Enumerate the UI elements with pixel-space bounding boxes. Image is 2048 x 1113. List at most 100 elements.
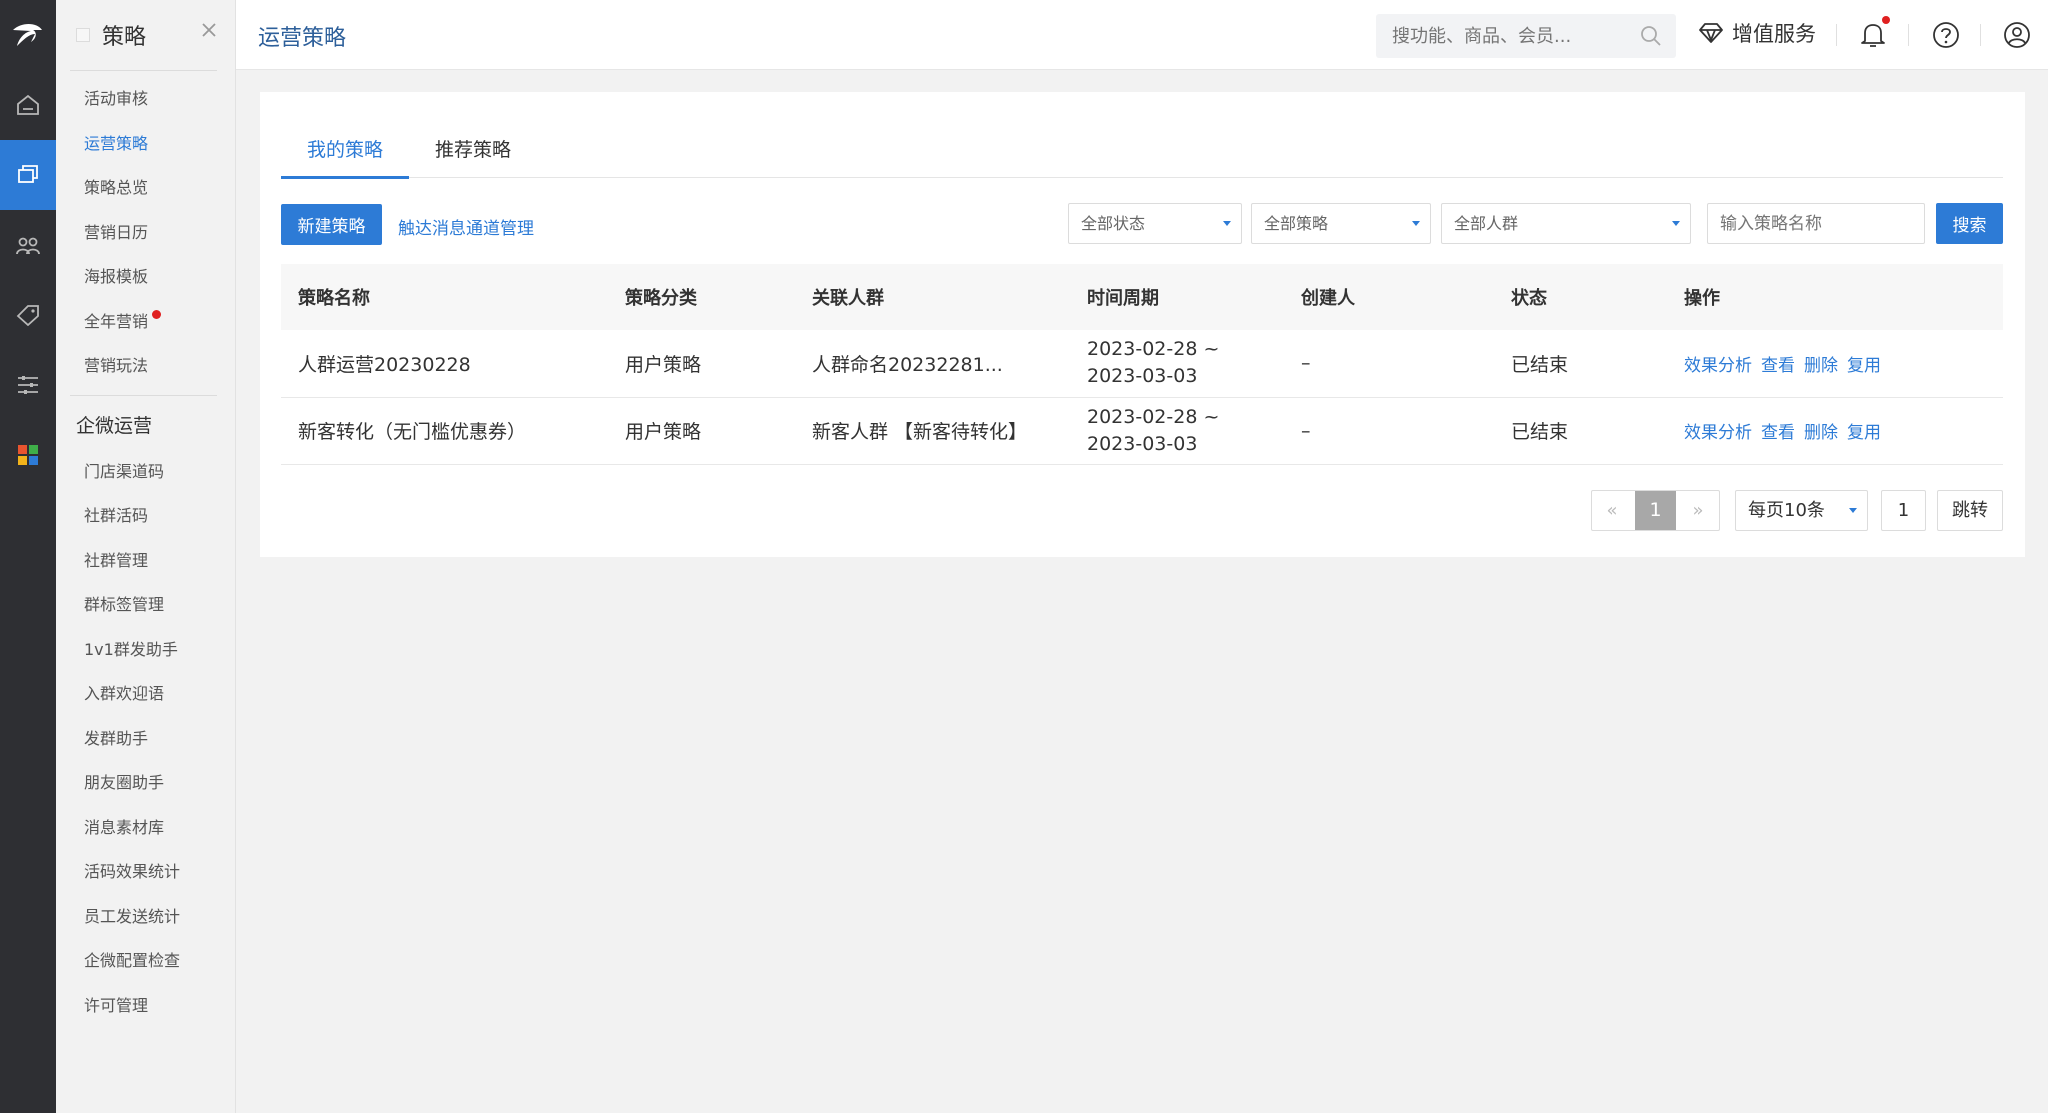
jump-page-input[interactable]: 1 bbox=[1881, 490, 1926, 531]
sidebar-item-group-live-code[interactable]: 社群活码 bbox=[56, 494, 235, 539]
sidebar-item-poster-templates[interactable]: 海报模板 bbox=[56, 255, 235, 300]
sidebar-divider bbox=[70, 394, 217, 396]
search-icon[interactable] bbox=[1640, 25, 1662, 47]
layers-icon bbox=[18, 165, 38, 183]
sidebar-item-annual-marketing[interactable]: 全年营销 bbox=[56, 300, 235, 345]
new-strategy-button[interactable]: 新建策略 bbox=[281, 204, 382, 245]
sidebar-item-strategy-overview[interactable]: 策略总览 bbox=[56, 166, 235, 211]
period-start: 2023-02-28 ~ bbox=[1087, 405, 1220, 428]
sidebar-item-store-channel-code[interactable]: 门店渠道码 bbox=[56, 450, 235, 495]
sidebar-item-marketing-calendar[interactable]: 营销日历 bbox=[56, 211, 235, 256]
bell-icon[interactable] bbox=[1860, 21, 1886, 49]
period-start: 2023-02-28 ~ bbox=[1087, 338, 1220, 361]
table-header-row: 策略名称 策略分类 关联人群 时间周期 创建人 状态 操作 bbox=[281, 264, 2003, 330]
sliders-icon bbox=[18, 376, 38, 394]
sidebar-item-1v1-broadcast[interactable]: 1v1群发助手 bbox=[56, 628, 235, 673]
sidebar-item-config-check[interactable]: 企微配置检查 bbox=[56, 939, 235, 984]
period-cell: 2023-02-28 ~ 2023-03-03 bbox=[1070, 397, 1284, 464]
column-header: 时间周期 bbox=[1087, 288, 1159, 309]
sidebar-item-group-tags[interactable]: 群标签管理 bbox=[56, 583, 235, 628]
close-icon[interactable] bbox=[201, 22, 217, 38]
tag-icon bbox=[16, 305, 39, 326]
divider bbox=[1908, 24, 1909, 46]
notification-dot bbox=[1882, 16, 1890, 24]
strategy-name-cell: 人群运营20230228 bbox=[298, 353, 471, 376]
caret-down-icon bbox=[1849, 508, 1857, 513]
status-filter-value: 全部状态 bbox=[1081, 214, 1146, 233]
page-nav: « 1 » bbox=[1591, 490, 1720, 531]
current-page-button[interactable]: 1 bbox=[1635, 491, 1676, 530]
rail-tags[interactable] bbox=[0, 280, 56, 350]
view-link[interactable]: 查看 bbox=[1761, 423, 1795, 443]
sidebar-item-license[interactable]: 许可管理 bbox=[56, 984, 235, 1029]
sidebar-item-message-library[interactable]: 消息素材库 bbox=[56, 806, 235, 851]
sidebar-item-code-stats[interactable]: 活码效果统计 bbox=[56, 850, 235, 895]
status-cell: 已结束 bbox=[1511, 421, 1569, 443]
status-filter-select[interactable]: 全部状态 bbox=[1068, 203, 1242, 244]
channel-management-link[interactable]: 触达消息通道管理 bbox=[398, 214, 534, 239]
rail-home[interactable] bbox=[0, 70, 56, 140]
sidebar-item-moments-assistant[interactable]: 朋友圈助手 bbox=[56, 761, 235, 806]
creator-cell: – bbox=[1301, 419, 1311, 442]
page-title: 运营策略 bbox=[258, 26, 347, 51]
delete-link[interactable]: 删除 bbox=[1804, 356, 1838, 376]
sidebar-divider bbox=[70, 70, 217, 71]
notification-dot bbox=[152, 309, 162, 319]
rail-members[interactable] bbox=[0, 210, 56, 280]
page-size-select[interactable]: 每页10条 bbox=[1735, 490, 1868, 531]
creator-cell: – bbox=[1301, 352, 1311, 375]
analysis-link[interactable]: 效果分析 bbox=[1684, 423, 1752, 443]
prev-page-button[interactable]: « bbox=[1592, 491, 1632, 530]
sidebar-item-group-management[interactable]: 社群管理 bbox=[56, 539, 235, 584]
period-end: 2023-03-03 bbox=[1087, 365, 1198, 388]
page-size-value: 每页10条 bbox=[1748, 500, 1825, 521]
period-end: 2023-03-03 bbox=[1087, 432, 1198, 455]
help-icon[interactable] bbox=[1932, 21, 1960, 49]
user-avatar-icon[interactable] bbox=[2003, 21, 2031, 49]
rail-settings[interactable] bbox=[0, 350, 56, 420]
sidebar-item-group-send-assistant[interactable]: 发群助手 bbox=[56, 717, 235, 762]
strategy-name-cell: 新客转化（无门槛优惠券） bbox=[298, 421, 527, 443]
tab-recommended-strategies[interactable]: 推荐策略 bbox=[409, 132, 537, 178]
global-search bbox=[1376, 14, 1676, 58]
column-header: 关联人群 bbox=[812, 288, 884, 309]
apps-icon bbox=[18, 445, 38, 465]
analysis-link[interactable]: 效果分析 bbox=[1684, 356, 1752, 376]
column-header: 状态 bbox=[1511, 288, 1547, 309]
value-added-service[interactable]: 增值服务 bbox=[1698, 18, 1816, 48]
sidebar-pin-checkbox[interactable] bbox=[76, 28, 90, 42]
tab-bar: 我的策略 推荐策略 bbox=[281, 132, 2003, 179]
status-cell: 已结束 bbox=[1511, 353, 1569, 376]
sidebar-item-staff-stats[interactable]: 员工发送统计 bbox=[56, 895, 235, 940]
search-button[interactable]: 搜索 bbox=[1936, 203, 2003, 244]
strategy-filter-select[interactable]: 全部策略 bbox=[1251, 203, 1431, 244]
rail-strategy[interactable] bbox=[0, 140, 56, 210]
category-cell: 用户策略 bbox=[625, 353, 702, 376]
users-icon bbox=[16, 237, 40, 255]
top-bar: 运营策略 增值服务 bbox=[236, 0, 2048, 70]
sidebar-item-welcome-message[interactable]: 入群欢迎语 bbox=[56, 672, 235, 717]
crowd-filter-select[interactable]: 全部人群 bbox=[1441, 203, 1691, 244]
sidebar-item-label: 全年营销 bbox=[84, 311, 149, 331]
reuse-link[interactable]: 复用 bbox=[1847, 356, 1881, 376]
strategy-name-input[interactable] bbox=[1707, 203, 1925, 244]
tab-my-strategies[interactable]: 我的策略 bbox=[281, 132, 410, 179]
sidebar-item-activity-review[interactable]: 活动审核 bbox=[56, 77, 235, 122]
reuse-link[interactable]: 复用 bbox=[1847, 423, 1881, 443]
delete-link[interactable]: 删除 bbox=[1804, 423, 1838, 443]
table-row: 人群运营20230228 用户策略 人群命名20232281... 2023-0… bbox=[281, 330, 2003, 397]
view-link[interactable]: 查看 bbox=[1761, 356, 1795, 376]
sidebar-item-marketing-play[interactable]: 营销玩法 bbox=[56, 344, 235, 389]
caret-down-icon bbox=[1412, 221, 1420, 226]
caret-down-icon bbox=[1223, 221, 1231, 226]
sidebar-item-operation-strategy[interactable]: 运营策略 bbox=[56, 122, 235, 167]
sidebar-group-title: 企微运营 bbox=[76, 414, 153, 437]
search-input[interactable] bbox=[1376, 14, 1616, 58]
jump-button[interactable]: 跳转 bbox=[1937, 490, 2003, 531]
next-page-button[interactable]: » bbox=[1678, 491, 1718, 530]
app-logo[interactable] bbox=[0, 0, 56, 70]
crowd-cell: 新客人群 【新客待转化】 bbox=[812, 421, 1028, 443]
sidebar-group-menu: 门店渠道码 社群活码 社群管理 群标签管理 1v1群发助手 入群欢迎语 发群助手… bbox=[56, 450, 235, 1029]
caret-down-icon bbox=[1672, 221, 1680, 226]
rail-apps[interactable] bbox=[0, 420, 56, 490]
